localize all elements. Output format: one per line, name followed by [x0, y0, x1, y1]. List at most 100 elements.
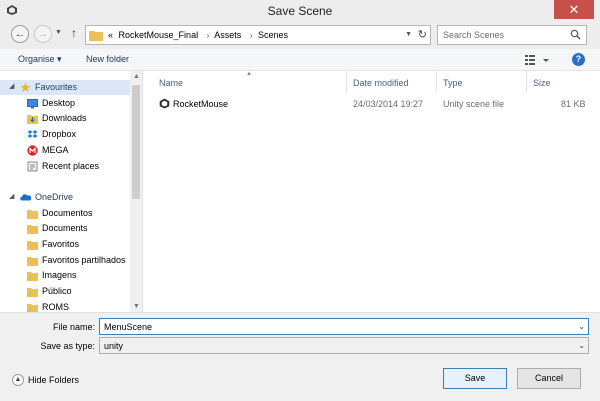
file-list: ▲ Name Date modified Type Size RocketMou…	[143, 71, 600, 312]
address-bar[interactable]: « RocketMouse_Final › Assets › Scenes ▼ …	[85, 25, 431, 45]
file-name: RocketMouse	[173, 99, 229, 109]
search-placeholder: Search Scenes	[443, 30, 505, 40]
address-dropdown-icon[interactable]: ▼	[405, 31, 412, 38]
up-arrow-icon: ↑	[71, 26, 77, 40]
column-header-date[interactable]: Date modified	[353, 78, 409, 88]
sidebar-item-label: Recent places	[42, 161, 100, 171]
sidebar-item-downloads[interactable]: Downloads	[0, 111, 130, 126]
folder-icon	[27, 257, 38, 266]
breadcrumb-item[interactable]: Scenes	[258, 30, 288, 40]
save-as-type-label: Save as type:	[40, 341, 95, 351]
help-button[interactable]: ?	[572, 53, 585, 66]
save-as-type-select[interactable]: unity ⌄	[99, 337, 589, 354]
close-button[interactable]: ✕	[554, 0, 594, 19]
file-row[interactable]: RocketMouse 24/03/2014 19:27 Unity scene…	[143, 95, 600, 113]
breadcrumb-overflow[interactable]: «	[108, 30, 113, 40]
breadcrumb-separator-icon[interactable]: ›	[207, 31, 210, 40]
save-form: File name: MenuScene ⌄ Save as type: uni…	[0, 312, 600, 401]
column-header-size[interactable]: Size	[533, 78, 551, 88]
up-button[interactable]: ↑	[71, 26, 77, 40]
sidebar-item-favoritos[interactable]: Favoritos	[0, 237, 130, 252]
breadcrumb-separator-icon[interactable]: ›	[250, 31, 253, 40]
scrollbar-thumb[interactable]	[132, 85, 140, 199]
sidebar-item-label: OneDrive	[35, 192, 74, 202]
back-arrow-icon: ←	[14, 28, 26, 40]
breadcrumb-item[interactable]: RocketMouse_Final	[119, 30, 199, 40]
column-divider[interactable]	[346, 71, 347, 93]
sidebar-item-label: Documents	[42, 223, 88, 233]
sidebar-item-label: Dropbox	[42, 129, 77, 139]
navigation-pane: ◢ Favourites Desktop Downloads Dropbox M…	[0, 71, 143, 312]
breadcrumb: « RocketMouse_Final › Assets › Scenes	[108, 30, 291, 40]
downloads-icon	[27, 115, 38, 124]
sidebar-item-label: Documentos	[42, 208, 93, 218]
sidebar-item-imagens[interactable]: Imagens	[0, 268, 130, 283]
chevron-down-icon[interactable]: ⌄	[578, 341, 585, 350]
search-box[interactable]: Search Scenes	[437, 25, 587, 45]
desktop-icon	[27, 99, 38, 109]
file-size: 81 KB	[561, 99, 586, 109]
search-icon	[570, 29, 581, 40]
sidebar-item-onedrive[interactable]: ◢ OneDrive	[0, 190, 130, 205]
chevron-up-icon: ▲	[12, 374, 24, 386]
navigation-bar: ← → ▼ ↑ « RocketMouse_Final › Assets › S…	[0, 21, 600, 49]
recent-places-icon	[27, 161, 38, 172]
sidebar-item-label: Downloads	[42, 113, 87, 123]
sidebar-item-publico[interactable]: Público	[0, 284, 130, 299]
file-name-value: MenuScene	[104, 322, 153, 332]
collapse-arrow-icon[interactable]: ◢	[9, 82, 14, 90]
title-bar: Save Scene ✕	[0, 0, 600, 21]
forward-button[interactable]: →	[34, 25, 52, 43]
file-type: Unity scene file	[443, 99, 505, 109]
sidebar-item-label: Desktop	[42, 98, 76, 108]
scroll-down-icon[interactable]: ▼	[133, 303, 140, 310]
cancel-button[interactable]: Cancel	[517, 368, 581, 389]
sort-indicator-icon: ▲	[246, 71, 252, 77]
close-icon: ✕	[568, 2, 580, 17]
column-divider[interactable]	[526, 71, 527, 93]
file-name-input[interactable]: MenuScene ⌄	[99, 318, 589, 335]
dropbox-icon	[27, 130, 38, 138]
recent-locations-dropdown[interactable]: ▼	[55, 29, 62, 36]
scroll-up-icon[interactable]: ▲	[133, 73, 140, 80]
chevron-down-icon[interactable]: ⌄	[578, 322, 585, 331]
breadcrumb-item[interactable]: Assets	[214, 30, 241, 40]
save-button[interactable]: Save	[443, 368, 507, 389]
column-divider[interactable]	[436, 71, 437, 93]
sidebar-item-favourites[interactable]: ◢ Favourites	[0, 80, 130, 95]
forward-arrow-icon: →	[37, 28, 49, 40]
column-headers: ▲ Name Date modified Type Size	[143, 71, 600, 93]
new-folder-button[interactable]: New folder	[86, 54, 129, 64]
folder-icon	[27, 241, 38, 250]
sidebar-item-documentos[interactable]: Documentos	[0, 206, 130, 221]
folder-icon	[27, 288, 38, 297]
folder-icon	[27, 272, 38, 281]
sidebar-item-recent-places[interactable]: Recent places	[0, 159, 130, 174]
sidebar-item-label: ROMS	[42, 302, 69, 312]
folder-icon	[89, 31, 103, 41]
folder-icon	[27, 304, 38, 312]
folder-icon	[27, 210, 38, 219]
view-options-icon[interactable]	[524, 54, 550, 66]
command-toolbar: Organise ▾ New folder ?	[0, 49, 600, 71]
organise-button[interactable]: Organise ▾	[18, 54, 62, 65]
onedrive-icon	[20, 194, 31, 201]
sidebar-item-roms[interactable]: ROMS	[0, 300, 130, 312]
mega-icon	[27, 145, 38, 156]
column-header-type[interactable]: Type	[443, 78, 463, 88]
sidebar-item-documents[interactable]: Documents	[0, 221, 130, 236]
navigation-scrollbar[interactable]: ▲ ▼	[130, 71, 142, 312]
folder-icon	[27, 225, 38, 234]
sidebar-item-desktop[interactable]: Desktop	[0, 96, 130, 111]
collapse-arrow-icon[interactable]: ◢	[9, 192, 14, 200]
sidebar-item-label: Favoritos	[42, 239, 80, 249]
sidebar-item-favoritos-partilhados[interactable]: Favoritos partilhados	[0, 253, 130, 268]
sidebar-item-label: Favourites	[35, 82, 78, 92]
sidebar-item-dropbox[interactable]: Dropbox	[0, 127, 130, 142]
column-header-name[interactable]: Name	[159, 78, 183, 88]
sidebar-item-mega[interactable]: MEGA	[0, 143, 130, 158]
back-button[interactable]: ←	[11, 25, 29, 43]
file-name-label: File name:	[52, 322, 95, 332]
file-date: 24/03/2014 19:27	[353, 99, 424, 109]
refresh-icon[interactable]: ↻	[418, 28, 427, 41]
